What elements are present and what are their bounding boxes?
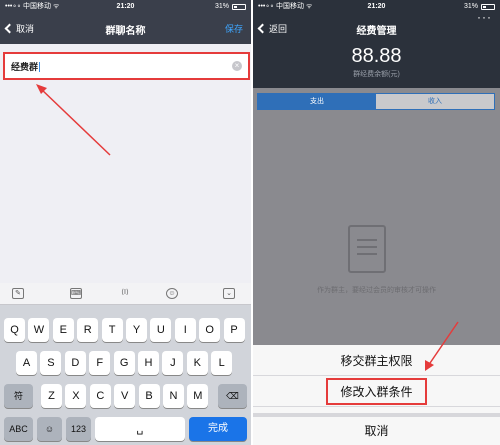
done-key[interactable]: 完成 bbox=[189, 417, 247, 441]
clear-icon[interactable]: × bbox=[232, 61, 242, 71]
key-h[interactable]: H bbox=[138, 351, 159, 375]
balance-label: 群经费余额(元) bbox=[353, 71, 400, 78]
empty-receipt-icon bbox=[348, 225, 386, 273]
status-time: 21:20 bbox=[367, 3, 386, 10]
handwrite-icon[interactable]: ✎ bbox=[12, 288, 24, 299]
status-time: 21:20 bbox=[116, 3, 135, 10]
space-key[interactable]: ␣ bbox=[95, 417, 185, 441]
key-e[interactable]: E bbox=[52, 318, 74, 342]
battery-percent: 31% bbox=[214, 3, 229, 10]
key-l[interactable]: L bbox=[211, 351, 233, 375]
status-bar: •••∘∘ 中国移动 ᯤ 21:20 31% bbox=[0, 0, 251, 14]
text-caret bbox=[39, 62, 41, 72]
empty-state-text: 作为群主，要经过会员的审核才可操作 bbox=[317, 287, 436, 294]
emoji-key[interactable]: ☺ bbox=[37, 417, 62, 441]
key-i[interactable]: I bbox=[174, 318, 196, 342]
key-f[interactable]: F bbox=[89, 351, 111, 375]
transfer-owner-option[interactable]: 移交群主权限 bbox=[253, 347, 500, 376]
number-key[interactable]: 123 bbox=[66, 417, 91, 441]
key-u[interactable]: U bbox=[150, 318, 172, 342]
key-n[interactable]: N bbox=[163, 384, 184, 408]
backspace-key[interactable]: ⌫ bbox=[218, 384, 247, 408]
key-y[interactable]: Y bbox=[126, 318, 147, 342]
nav-bar: 取消 群聊名称 保存 bbox=[0, 14, 251, 44]
status-bar: •••∘∘ 中国移动 ᯤ 21:20 31% bbox=[253, 0, 500, 14]
cancel-option[interactable]: 取消 bbox=[253, 417, 500, 445]
abc-key[interactable]: ABC bbox=[4, 417, 33, 441]
right-screen-funds: •••∘∘ 中国移动 ᯤ 21:20 31% 返回 经费管理 ··· 88.88… bbox=[253, 0, 500, 445]
emoji-icon[interactable]: ☺ bbox=[166, 288, 178, 299]
key-m[interactable]: M bbox=[187, 384, 209, 408]
keyboard-icon[interactable]: ⌨ bbox=[70, 288, 82, 299]
collapse-icon[interactable]: ⌄ bbox=[223, 288, 235, 299]
key-g[interactable]: G bbox=[113, 351, 135, 375]
arrow-line bbox=[39, 87, 111, 156]
key-d[interactable]: D bbox=[64, 351, 86, 375]
cursor-icon[interactable]: ⟨I⟩ bbox=[119, 288, 131, 299]
save-button[interactable]: 保存 bbox=[225, 22, 243, 35]
key-b[interactable]: B bbox=[138, 384, 160, 408]
left-screen-group-name: •••∘∘ 中国移动 ᯤ 21:20 31% 取消 群聊名称 保存 经费群 × … bbox=[0, 0, 251, 445]
page-title: 经费管理 bbox=[356, 26, 397, 37]
nav-bar: 返回 经费管理 bbox=[253, 14, 500, 44]
key-c[interactable]: C bbox=[89, 384, 111, 408]
tab-income[interactable]: 收入 bbox=[376, 94, 494, 109]
symbol-key[interactable]: 符 bbox=[4, 384, 33, 408]
key-z[interactable]: Z bbox=[41, 384, 62, 408]
key-k[interactable]: K bbox=[186, 351, 208, 375]
balance-amount: 88.88 bbox=[351, 45, 402, 67]
key-s[interactable]: S bbox=[40, 351, 62, 375]
key-x[interactable]: X bbox=[65, 384, 87, 408]
keyboard: ✎ ⌨ ⟨I⟩ ☺ ⌄ QWERTYUIOP ASDFGHJKL ZXCVBNM… bbox=[0, 283, 251, 445]
tab-expense[interactable]: 支出 bbox=[258, 94, 376, 109]
key-w[interactable]: W bbox=[28, 318, 50, 342]
annotation-highlight-box bbox=[326, 378, 427, 405]
key-r[interactable]: R bbox=[77, 318, 99, 342]
battery-percent: 31% bbox=[463, 3, 478, 10]
arrow-head bbox=[36, 84, 47, 94]
key-o[interactable]: O bbox=[199, 318, 221, 342]
tab-bar: 支出 收入 bbox=[257, 93, 495, 110]
group-name-value: 经费群 bbox=[11, 62, 41, 72]
key-t[interactable]: T bbox=[101, 318, 123, 342]
key-a[interactable]: A bbox=[16, 351, 37, 375]
key-q[interactable]: Q bbox=[4, 318, 25, 342]
battery-icon bbox=[232, 4, 246, 10]
key-j[interactable]: J bbox=[162, 351, 184, 375]
key-v[interactable]: V bbox=[114, 384, 136, 408]
key-p[interactable]: P bbox=[223, 318, 245, 342]
page-title: 群聊名称 bbox=[105, 26, 146, 37]
more-icon[interactable]: ··· bbox=[477, 10, 492, 24]
group-name-input[interactable]: 经费群 × bbox=[3, 52, 250, 80]
keyboard-toolbar: ✎ ⌨ ⟨I⟩ ☺ ⌄ bbox=[0, 283, 251, 305]
